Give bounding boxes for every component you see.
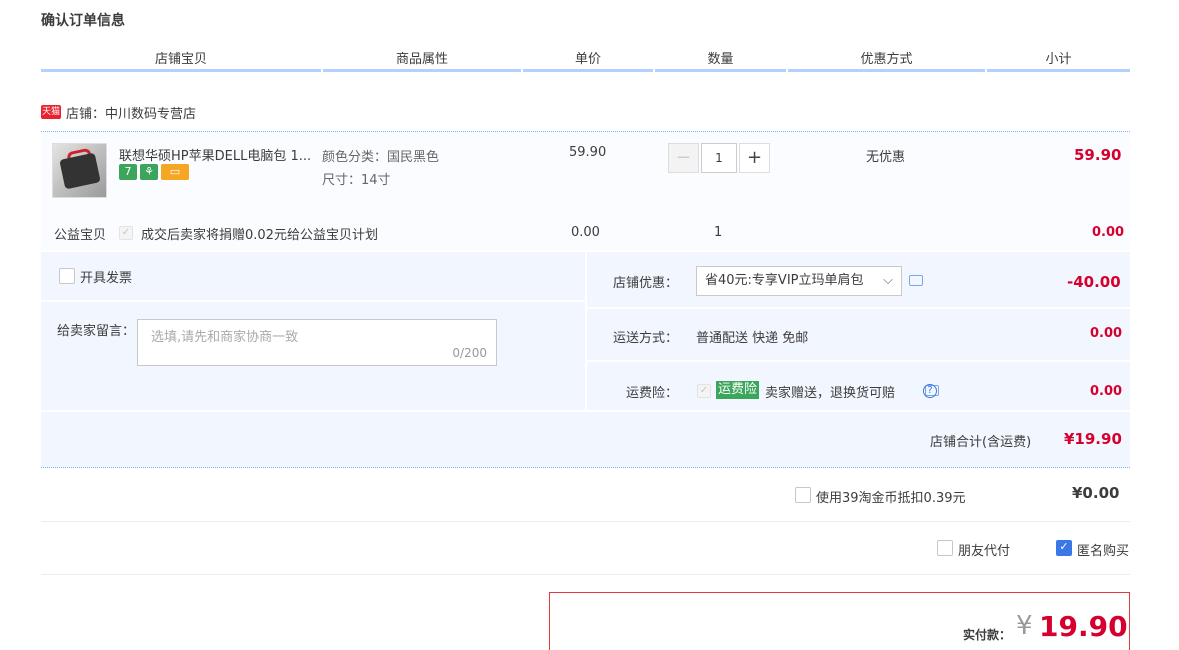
col-header-discount: 优惠方式 — [788, 50, 985, 72]
charity-subtotal: 0.00 — [1092, 225, 1125, 240]
memo-placeholder: 选填,请先和商家协商一致 — [151, 330, 299, 345]
col-header-quantity: 数量 — [655, 50, 786, 72]
payment-amount: 19.90 — [1039, 610, 1128, 643]
page-title: 确认订单信息 — [41, 13, 125, 29]
shop-discount-label: 店铺优惠： — [613, 276, 679, 291]
item-title-link[interactable]: 联想华硕HP苹果DELL电脑包 1... — [119, 145, 311, 164]
seller-memo-textarea[interactable]: 选填,请先和商家协商一致 0/200 — [137, 319, 497, 366]
shipping-value: 普通配送 快递 免邮 — [696, 331, 809, 346]
item-thumbnail[interactable] — [52, 143, 107, 198]
taobao-coins-checkbox[interactable] — [795, 487, 811, 503]
bag-icon — [59, 152, 101, 190]
item-attr-size: 尺寸：14寸 — [322, 173, 391, 188]
decrease-button[interactable]: − — [668, 143, 699, 173]
seven-days-icon[interactable]: 7 — [119, 164, 137, 180]
divider — [41, 574, 1130, 575]
payment-summary-box: 实付款： ¥ 19.90 — [549, 592, 1130, 650]
currency-symbol: ¥ — [1016, 611, 1033, 641]
col-header-attrs: 商品属性 — [323, 50, 521, 72]
shipping-label: 运送方式： — [613, 331, 679, 346]
panel-divider — [585, 252, 587, 412]
item-attr-color: 颜色分类：国民黑色 — [322, 150, 440, 165]
anonymous-label[interactable]: 匿名购买 — [1077, 540, 1129, 559]
chevron-down-icon: ⌵ — [883, 273, 893, 288]
freight-insurance-checkbox[interactable]: ✓ — [697, 384, 711, 398]
freight-insurance-tag: 运费险 — [716, 381, 760, 399]
charity-price: 0.00 — [571, 225, 600, 240]
col-header-item: 店铺宝贝 — [41, 50, 321, 72]
charity-quantity: 1 — [714, 225, 723, 240]
col-header-subtotal: 小计 — [987, 50, 1130, 72]
charity-checkbox[interactable]: ✓ — [119, 226, 133, 240]
invoice-label[interactable]: 开具发票 — [80, 267, 132, 286]
freight-insurance-text: 卖家赠送，退换货可赔 — [765, 386, 896, 401]
shop-name[interactable]: 店铺：中川数码专营店 — [66, 103, 196, 122]
shop-line: 天猫 店铺：中川数码专营店 — [41, 102, 196, 122]
quantity-input[interactable]: 1 — [701, 143, 737, 173]
card-icon[interactable]: ▭ — [161, 164, 189, 180]
help-icon[interactable]: ? — [923, 384, 937, 398]
invoice-checkbox[interactable] — [59, 268, 75, 284]
shop-discount-select[interactable]: 省40元:专享VIP立玛单肩包 ⌵ — [696, 266, 902, 296]
memo-label: 给卖家留言： — [57, 324, 136, 339]
shipping-amount: 0.00 — [1090, 326, 1123, 341]
increase-button[interactable]: + — [739, 143, 770, 173]
gift-icon[interactable]: ⚘ — [140, 164, 158, 180]
payment-label: 实付款： — [963, 628, 1012, 642]
taobao-coins-label[interactable]: 使用39淘金币抵扣0.39元 — [816, 487, 966, 506]
memo-counter: 0/200 — [452, 346, 487, 360]
shop-discount-amount: -40.00 — [1067, 273, 1121, 291]
tmall-icon: 天猫 — [41, 105, 61, 119]
shop-discount-value: 省40元:专享VIP立玛单肩包 — [705, 273, 864, 288]
freight-insurance-amount: 0.00 — [1090, 384, 1123, 399]
shop-total-amount: ¥19.90 — [1064, 430, 1122, 448]
quantity-stepper: − 1 + — [668, 143, 770, 173]
chat-icon[interactable] — [909, 275, 923, 286]
taobao-coins-amount: ¥0.00 — [1072, 484, 1120, 502]
charity-text: 成交后卖家将捐赠0.02元给公益宝贝计划 — [141, 228, 378, 243]
item-subtotal: 59.90 — [1074, 146, 1122, 164]
col-header-price: 单价 — [523, 50, 653, 72]
anonymous-checkbox[interactable]: ✓ — [1056, 540, 1072, 556]
item-discount: 无优惠 — [866, 150, 906, 165]
friend-pay-label[interactable]: 朋友代付 — [958, 540, 1010, 559]
friend-pay-checkbox[interactable] — [937, 540, 953, 556]
table-header: 店铺宝贝 商品属性 单价 数量 优惠方式 小计 — [41, 50, 1130, 75]
shop-total-label: 店铺合计(含运费) — [930, 435, 1032, 450]
item-unit-price: 59.90 — [569, 145, 607, 160]
divider — [41, 521, 1130, 522]
item-badges: 7 ⚘ ▭ — [119, 164, 189, 180]
charity-label: 公益宝贝 — [54, 228, 107, 243]
freight-insurance-label: 运费险： — [626, 386, 679, 401]
